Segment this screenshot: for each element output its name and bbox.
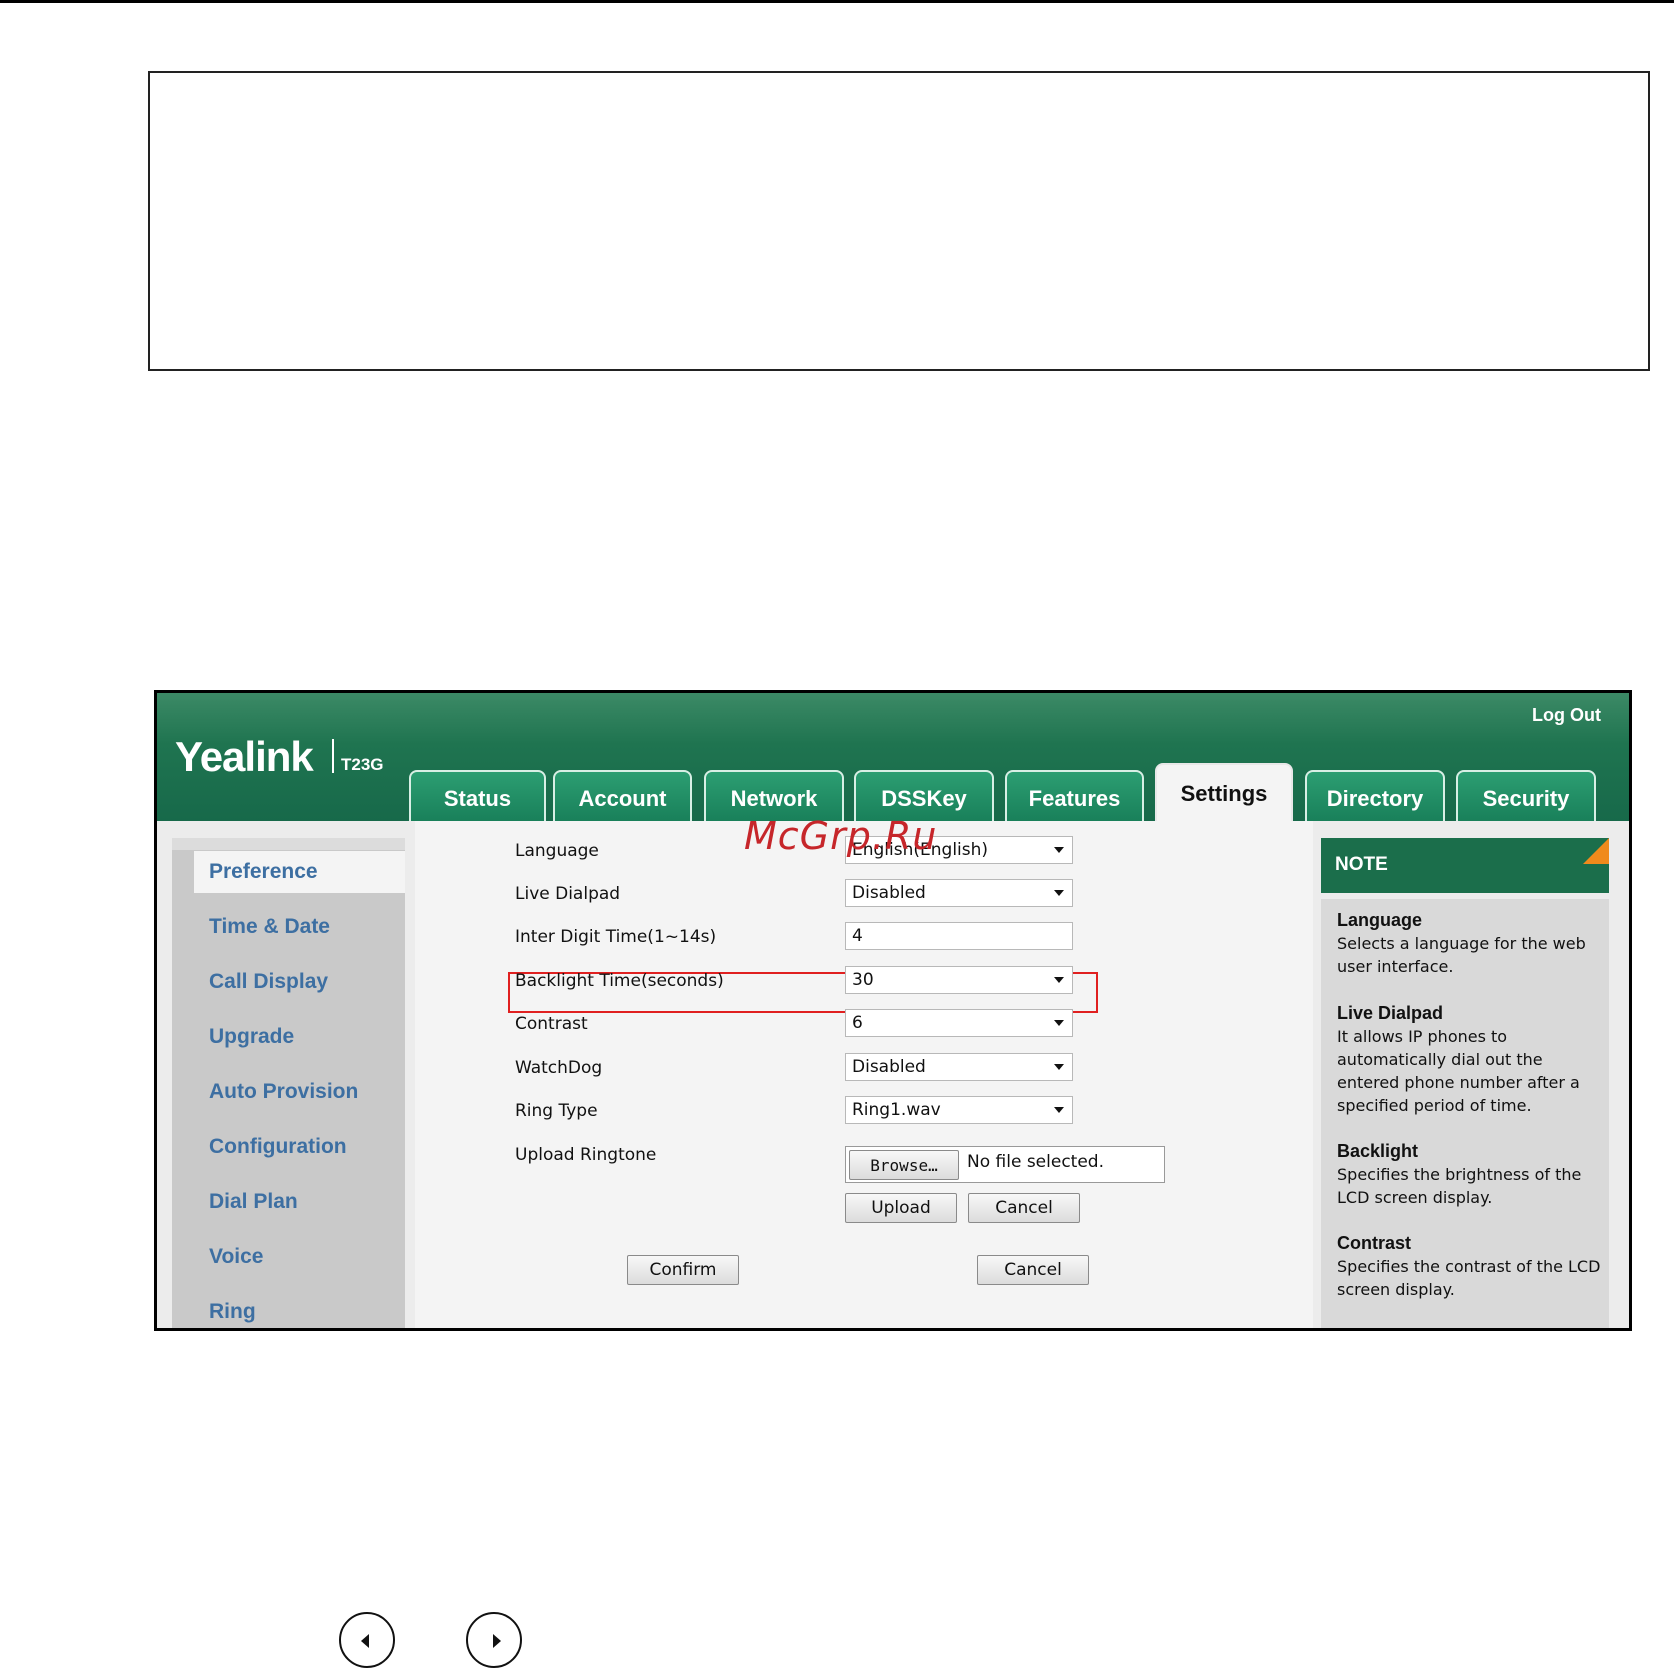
inter-digit-label: Inter Digit Time(1~14s) — [515, 927, 717, 947]
dropdown-caret-icon — [1054, 977, 1064, 983]
next-page-button[interactable] — [466, 1612, 522, 1668]
upload-button[interactable]: Upload — [845, 1193, 957, 1223]
prev-page-icon — [361, 1634, 369, 1648]
note-text: Selects a language for the web user inte… — [1337, 934, 1586, 976]
note-heading: Contrast — [1337, 1233, 1412, 1253]
watermark-text: McGrp.Ru — [744, 814, 938, 858]
sidebar-item-voice[interactable]: Voice — [209, 1245, 263, 1269]
sidebar-item-upgrade[interactable]: Upgrade — [209, 1025, 294, 1049]
header-bar: Yealink T23G Log Out Status Account Netw… — [157, 693, 1629, 823]
inter-digit-input[interactable]: 4 — [845, 922, 1073, 950]
note-text: Specifies the contrast of the LCD screen… — [1337, 1257, 1601, 1299]
tab-directory[interactable]: Directory — [1305, 770, 1445, 821]
web-ui-screenshot: Yealink T23G Log Out Status Account Netw… — [154, 690, 1632, 1331]
ring-type-label: Ring Type — [515, 1101, 598, 1121]
note-section-language: Language Selects a language for the web … — [1337, 909, 1602, 978]
upload-cancel-button[interactable]: Cancel — [968, 1193, 1080, 1223]
watchdog-value: Disabled — [852, 1057, 926, 1077]
note-text: It allows IP phones to automatically dia… — [1337, 1027, 1580, 1115]
note-section-backlight: Backlight Specifies the brightness of th… — [1337, 1140, 1602, 1209]
next-page-icon — [493, 1634, 501, 1648]
note-heading: Live Dialpad — [1337, 1003, 1444, 1023]
ring-type-value: Ring1.wav — [852, 1100, 941, 1120]
backlight-label: Backlight Time(seconds) — [515, 971, 724, 991]
dropdown-caret-icon — [1054, 1064, 1064, 1070]
logout-link[interactable]: Log Out — [1532, 705, 1601, 726]
sidebar-item-auto-provision[interactable]: Auto Provision — [209, 1080, 358, 1104]
blank-note-box — [148, 71, 1650, 371]
note-header: NOTE — [1321, 838, 1609, 893]
dropdown-caret-icon — [1054, 1107, 1064, 1113]
model-label: T23G — [341, 755, 384, 774]
dropdown-caret-icon — [1054, 1020, 1064, 1026]
live-dialpad-value: Disabled — [852, 883, 926, 903]
note-text: Specifies the brightness of the LCD scre… — [1337, 1165, 1582, 1207]
tab-account[interactable]: Account — [553, 770, 692, 821]
tab-settings[interactable]: Settings — [1155, 763, 1293, 823]
logo-separator — [332, 739, 334, 773]
sidebar-item-ring[interactable]: Ring — [209, 1300, 256, 1324]
note-panel: Language Selects a language for the web … — [1321, 899, 1609, 1328]
browse-button[interactable]: Browse… — [849, 1150, 959, 1180]
confirm-button[interactable]: Confirm — [627, 1255, 739, 1285]
sidebar-item-call-display[interactable]: Call Display — [209, 970, 328, 994]
settings-form: Language English(English) Live Dialpad D… — [415, 821, 1313, 1328]
sidebar-item-time-date[interactable]: Time & Date — [209, 915, 330, 939]
dropdown-caret-icon — [1054, 890, 1064, 896]
sidebar-item-preference[interactable]: Preference — [209, 860, 318, 884]
file-status: No file selected. — [967, 1152, 1104, 1172]
backlight-value: 30 — [852, 970, 874, 990]
sidebar: Preference Time & Date Call Display Upgr… — [172, 838, 405, 1328]
top-rule — [0, 0, 1674, 3]
prev-page-button[interactable] — [339, 1612, 395, 1668]
note-section-contrast: Contrast Specifies the contrast of the L… — [1337, 1232, 1602, 1301]
watchdog-label: WatchDog — [515, 1058, 603, 1078]
dropdown-caret-icon — [1054, 847, 1064, 853]
backlight-select[interactable]: 30 — [845, 966, 1073, 994]
upload-ringtone-label: Upload Ringtone — [515, 1145, 657, 1165]
note-section-live-dialpad: Live Dialpad It allows IP phones to auto… — [1337, 1002, 1602, 1117]
brand-logo: Yealink — [175, 733, 314, 780]
cancel-button[interactable]: Cancel — [977, 1255, 1089, 1285]
live-dialpad-select[interactable]: Disabled — [845, 879, 1073, 907]
watchdog-select[interactable]: Disabled — [845, 1053, 1073, 1081]
tab-security[interactable]: Security — [1456, 770, 1596, 821]
note-corner-icon — [1583, 838, 1609, 864]
live-dialpad-label: Live Dialpad — [515, 884, 621, 904]
language-label: Language — [515, 841, 599, 861]
contrast-label: Contrast — [515, 1014, 588, 1034]
contrast-value: 6 — [852, 1013, 863, 1033]
tab-status[interactable]: Status — [409, 770, 546, 821]
sidebar-item-dial-plan[interactable]: Dial Plan — [209, 1190, 298, 1214]
sidebar-item-configuration[interactable]: Configuration — [209, 1135, 347, 1159]
note-title: NOTE — [1335, 854, 1388, 875]
contrast-select[interactable]: 6 — [845, 1009, 1073, 1037]
tab-features[interactable]: Features — [1005, 770, 1144, 821]
ring-type-select[interactable]: Ring1.wav — [845, 1096, 1073, 1124]
sidebar-top-strip — [172, 838, 405, 850]
note-heading: Backlight — [1337, 1141, 1419, 1161]
note-heading: Language — [1337, 910, 1423, 930]
